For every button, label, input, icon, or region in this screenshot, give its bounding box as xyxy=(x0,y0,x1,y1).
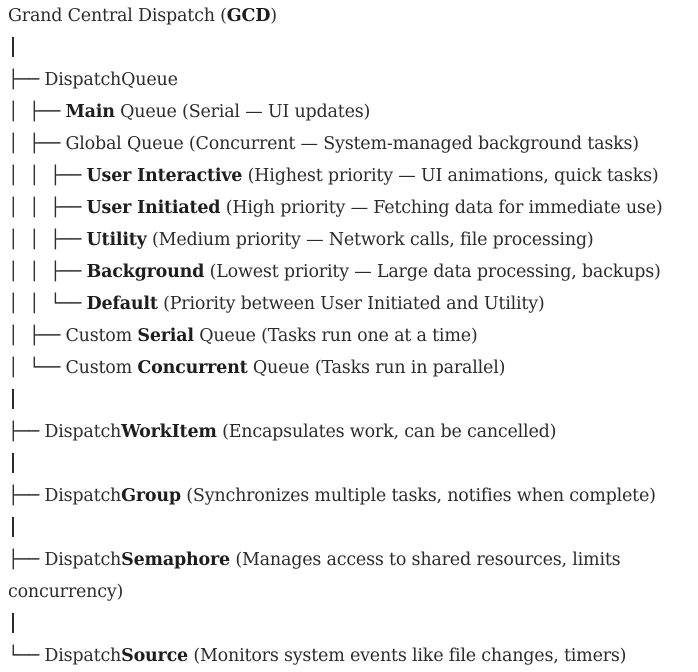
tree-vertical-line xyxy=(12,517,14,537)
node-text: Dispatch xyxy=(44,646,122,666)
node-name-bold: Background xyxy=(86,262,205,282)
tree-branch-prefix: │ ├── xyxy=(8,134,66,154)
tree-branch-prefix: │ │ └── xyxy=(8,294,87,314)
tree-node: ├── DispatchWorkItem (Encapsulates work,… xyxy=(8,416,698,448)
tree-branch-prefix: └── xyxy=(8,646,45,666)
tree-vertical-line xyxy=(12,613,14,633)
tree-node: │ │ ├── User Initiated (High priority — … xyxy=(8,192,698,224)
title-prefix: Grand Central Dispatch ( xyxy=(8,6,227,26)
tree-vertical-line xyxy=(12,389,14,409)
node-name-bold: WorkItem xyxy=(121,422,217,442)
node-text: Global Queue (Concurrent — System-manage… xyxy=(65,134,639,154)
tree-node: │ ├── Main Queue (Serial — UI updates) xyxy=(8,96,698,128)
node-description: (Priority between User Initiated and Uti… xyxy=(157,294,545,314)
node-description: (High priority — Fetching data for immed… xyxy=(220,198,663,218)
tree-node: │ │ ├── User Interactive (Highest priori… xyxy=(8,160,698,192)
tree-connector-line xyxy=(8,32,698,64)
tree-branch-prefix: ├── xyxy=(8,422,45,442)
node-description: (Synchronizes multiple tasks, notifies w… xyxy=(180,486,656,506)
node-name-bold: Source xyxy=(121,646,188,666)
tree-node: ├── DispatchQueue xyxy=(8,64,698,96)
tree-branch-prefix: ├── xyxy=(8,550,45,570)
node-text: concurrency) xyxy=(8,582,124,602)
tree-node: │ │ ├── Background (Lowest priority — La… xyxy=(8,256,698,288)
node-description: (Encapsulates work, can be cancelled) xyxy=(216,422,557,442)
node-name-bold: Default xyxy=(86,294,158,314)
node-name-bold: Semaphore xyxy=(121,550,230,570)
node-text: Dispatch xyxy=(44,550,122,570)
node-text: Dispatch xyxy=(44,422,122,442)
node-description: Queue (Tasks run in parallel) xyxy=(247,358,506,378)
tree-branch-prefix: │ │ ├── xyxy=(8,198,87,218)
tree-branch-prefix: │ │ ├── xyxy=(8,230,87,250)
node-text: Dispatch xyxy=(44,486,122,506)
tree-connector-line xyxy=(8,512,698,544)
node-name-bold: Utility xyxy=(86,230,147,250)
node-name-bold: Serial xyxy=(137,326,194,346)
node-name-bold: User Interactive xyxy=(86,166,243,186)
title-suffix: ) xyxy=(270,6,277,26)
tree-branch-prefix: │ │ ├── xyxy=(8,262,87,282)
tree-node: └── DispatchSource (Monitors system even… xyxy=(8,640,698,672)
title-bold: GCD xyxy=(226,6,271,26)
tree-vertical-line xyxy=(12,37,14,57)
tree-connector-line xyxy=(8,384,698,416)
tree-vertical-line xyxy=(12,453,14,473)
tree-node: │ │ ├── Utility (Medium priority — Netwo… xyxy=(8,224,698,256)
node-description: (Manages access to shared resources, lim… xyxy=(229,550,621,570)
tree-branch-prefix: ├── xyxy=(8,486,45,506)
node-description: (Lowest priority — Large data processing… xyxy=(204,262,661,282)
node-name-bold: Concurrent xyxy=(137,358,248,378)
node-description: (Monitors system events like file change… xyxy=(187,646,627,666)
tree-title: Grand Central Dispatch (GCD) xyxy=(8,0,698,32)
node-name-bold: User Initiated xyxy=(86,198,221,218)
tree-branch-prefix: │ ├── xyxy=(8,102,66,122)
tree-node: ├── DispatchGroup (Synchronizes multiple… xyxy=(8,480,698,512)
gcd-hierarchy-tree: Grand Central Dispatch (GCD) ├── Dispatc… xyxy=(8,0,698,672)
tree-node: ├── DispatchSemaphore (Manages access to… xyxy=(8,544,698,576)
tree-rows: ├── DispatchQueue │ ├── Main Queue (Seria… xyxy=(8,32,698,672)
tree-node: │ ├── Custom Serial Queue (Tasks run one… xyxy=(8,320,698,352)
tree-branch-prefix: ├── xyxy=(8,70,45,90)
tree-branch-prefix: │ ├── xyxy=(8,326,66,346)
tree-node: │ └── Custom Concurrent Queue (Tasks run… xyxy=(8,352,698,384)
node-description: Queue (Serial — UI updates) xyxy=(114,102,371,122)
node-name-bold: Group xyxy=(121,486,181,506)
node-text: DispatchQueue xyxy=(44,70,178,90)
tree-node: │ │ └── Default (Priority between User I… xyxy=(8,288,698,320)
tree-node: │ ├── Global Queue (Concurrent — System-… xyxy=(8,128,698,160)
node-text: Custom xyxy=(65,358,138,378)
node-text: Custom xyxy=(65,326,138,346)
tree-branch-prefix: │ │ ├── xyxy=(8,166,87,186)
node-description: Queue (Tasks run one at a time) xyxy=(193,326,478,346)
tree-branch-prefix: │ └── xyxy=(8,358,66,378)
tree-row-continuation: concurrency) xyxy=(8,576,698,608)
node-name-bold: Main xyxy=(65,102,115,122)
node-description: (Medium priority — Network calls, file p… xyxy=(146,230,594,250)
tree-connector-line xyxy=(8,448,698,480)
tree-connector-line xyxy=(8,608,698,640)
node-description: (Highest priority — UI animations, quick… xyxy=(242,166,659,186)
